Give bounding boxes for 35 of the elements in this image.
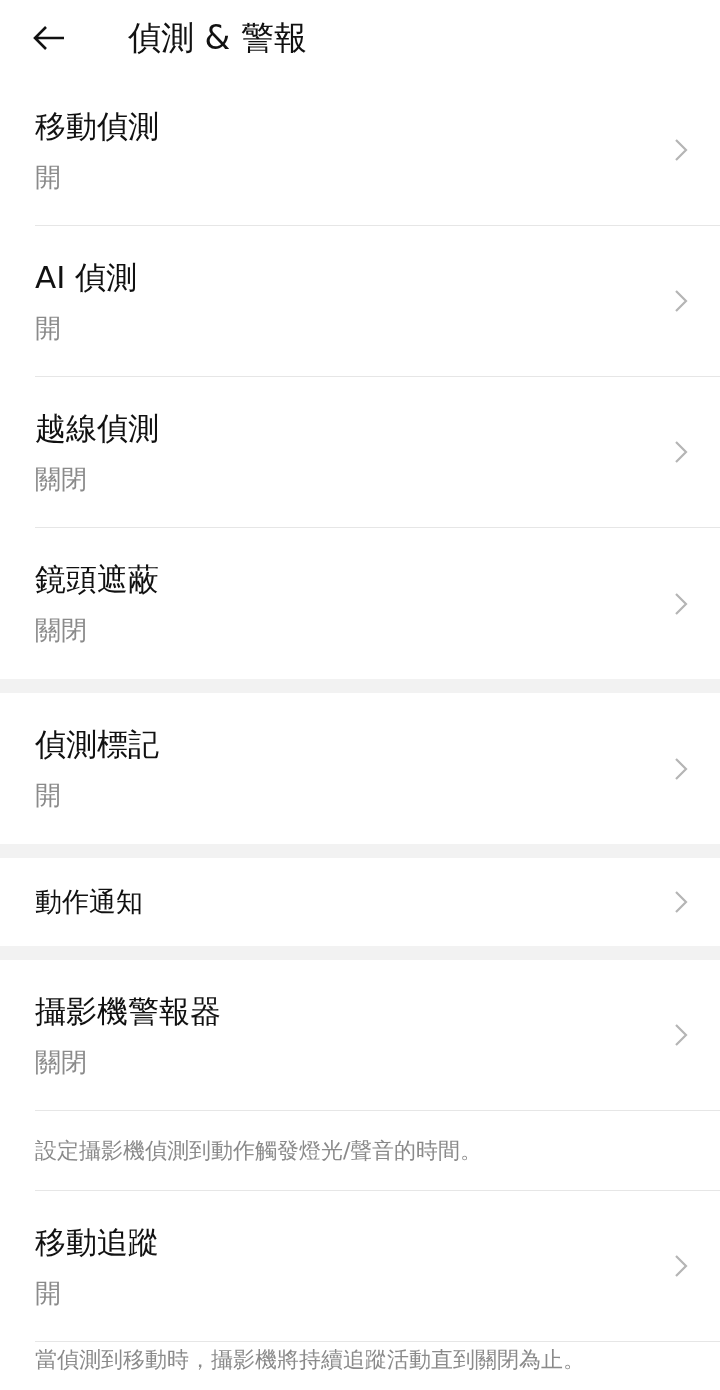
setting-value: 關閉 [35, 1045, 88, 1078]
setting-title: 動作通知 [35, 885, 143, 919]
setting-value: 關閉 [35, 614, 88, 646]
settings-row[interactable]: 越線偵測 關閉 [35, 377, 720, 528]
setting-title: 偵測標記 [35, 726, 159, 762]
setting-value: 開 [35, 311, 62, 344]
setting-title: 移動偵測 [35, 107, 159, 144]
settings-row[interactable]: 偵測標記 開 [35, 693, 720, 844]
setting-title: 攝影機警報器 [35, 992, 221, 1029]
setting-title: AI 偵測 [35, 258, 138, 295]
page-title: 偵測 & 警報 [128, 17, 307, 58]
setting-title: 越線偵測 [35, 409, 159, 446]
chevron-right-icon [674, 1254, 688, 1278]
setting-value: 開 [35, 160, 62, 193]
chevron-right-icon [674, 890, 688, 914]
chevron-right-icon [674, 1023, 688, 1047]
settings-row[interactable]: 動作通知 [35, 858, 720, 946]
description-text: 當偵測到移動時，攝影機將持續追蹤活動直到關閉為止。 [35, 1346, 585, 1374]
setting-title: 移動追蹤 [35, 1223, 159, 1260]
chevron-right-icon [674, 756, 688, 781]
chevron-right-icon [674, 591, 688, 616]
chevron-right-icon [674, 138, 688, 162]
settings-row[interactable]: 移動偵測 開 [35, 75, 720, 226]
settings-row[interactable]: 鏡頭遮蔽 關閉 [35, 528, 720, 679]
setting-value: 關閉 [35, 462, 88, 495]
chevron-right-icon [674, 440, 688, 464]
setting-value: 開 [35, 1276, 62, 1309]
chevron-right-icon [674, 289, 688, 313]
settings-row[interactable]: 移動追蹤 開 [35, 1191, 720, 1342]
description-text: 設定攝影機偵測到動作觸發燈光/聲音的時間。 [35, 1136, 483, 1165]
setting-title: 鏡頭遮蔽 [35, 561, 159, 597]
settings-row[interactable]: 攝影機警報器 關閉 [35, 960, 720, 1111]
back-arrow-icon [33, 24, 65, 51]
settings-row[interactable]: AI 偵測 開 [35, 226, 720, 377]
setting-value: 開 [35, 779, 62, 811]
